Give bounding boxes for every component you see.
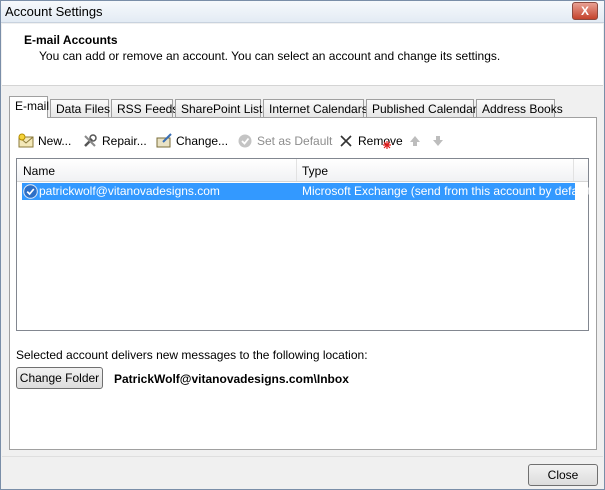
close-button[interactable]: Close bbox=[528, 464, 598, 486]
column-header-name[interactable]: Name bbox=[23, 164, 55, 178]
accounts-list-header: Name Type bbox=[17, 159, 588, 182]
move-up-button[interactable] bbox=[409, 132, 429, 150]
move-down-button[interactable] bbox=[432, 132, 452, 150]
click-indicator-icon bbox=[383, 141, 391, 149]
accounts-list[interactable]: Name Type patrickwolf@vitanovadesigns.co… bbox=[16, 158, 595, 331]
tab-published-calendars[interactable]: Published Calendars bbox=[366, 99, 483, 117]
change-button-label: Change... bbox=[176, 134, 229, 148]
repair-button[interactable]: Repair... bbox=[82, 132, 147, 150]
new-button-label: New... bbox=[38, 134, 72, 148]
change-folder-button[interactable]: Change Folder bbox=[16, 367, 103, 389]
new-account-button[interactable]: New... bbox=[18, 132, 71, 150]
tab-address-books[interactable]: Address Books bbox=[476, 99, 563, 117]
tab-data-files[interactable]: Data Files bbox=[50, 99, 110, 117]
delivery-location: PatrickWolf@vitanovadesigns.com\Inbox bbox=[114, 372, 349, 386]
arrow-down-icon bbox=[432, 133, 449, 149]
set-as-default-label: Set as Default bbox=[257, 134, 333, 148]
account-settings-window: Account Settings X E-mail Accounts You c… bbox=[0, 0, 605, 490]
account-name: patrickwolf@vitanovadesigns.com bbox=[39, 184, 220, 198]
default-account-check-icon bbox=[23, 184, 38, 199]
column-divider[interactable] bbox=[573, 159, 574, 181]
footer-divider bbox=[2, 456, 603, 457]
tab-sharepoint-lists[interactable]: SharePoint Lists bbox=[175, 99, 268, 117]
change-account-icon bbox=[156, 133, 173, 149]
tab-email[interactable]: E-mail bbox=[9, 96, 49, 118]
account-row[interactable]: patrickwolf@vitanovadesigns.com Microsof… bbox=[22, 183, 595, 200]
window-close-button[interactable]: X bbox=[572, 2, 598, 20]
wrench-icon bbox=[82, 133, 99, 149]
remove-button[interactable]: Remove bbox=[338, 132, 403, 150]
column-divider[interactable] bbox=[296, 159, 297, 181]
account-type: Microsoft Exchange (send from this accou… bbox=[302, 184, 595, 198]
title-bar: Account Settings X bbox=[1, 1, 604, 23]
repair-button-label: Repair... bbox=[102, 134, 147, 148]
arrow-up-icon bbox=[409, 133, 426, 149]
delivery-description: Selected account delivers new messages t… bbox=[16, 348, 368, 362]
tab-rss-feeds[interactable]: RSS Feeds bbox=[111, 99, 178, 117]
remove-x-icon bbox=[338, 133, 355, 149]
checkmark-circle-icon bbox=[237, 133, 254, 149]
column-header-type[interactable]: Type bbox=[302, 164, 328, 178]
set-as-default-button[interactable]: Set as Default bbox=[237, 132, 332, 150]
header-title: E-mail Accounts bbox=[24, 33, 118, 47]
window-title: Account Settings bbox=[5, 4, 103, 19]
tab-internet-calendars[interactable]: Internet Calendars bbox=[263, 99, 368, 117]
dialog-header: E-mail Accounts You can add or remove an… bbox=[2, 24, 603, 86]
remove-button-label: Remove bbox=[358, 134, 403, 148]
new-mail-icon bbox=[18, 133, 35, 149]
change-button[interactable]: Change... bbox=[156, 132, 228, 150]
header-description: You can add or remove an account. You ca… bbox=[39, 49, 501, 63]
